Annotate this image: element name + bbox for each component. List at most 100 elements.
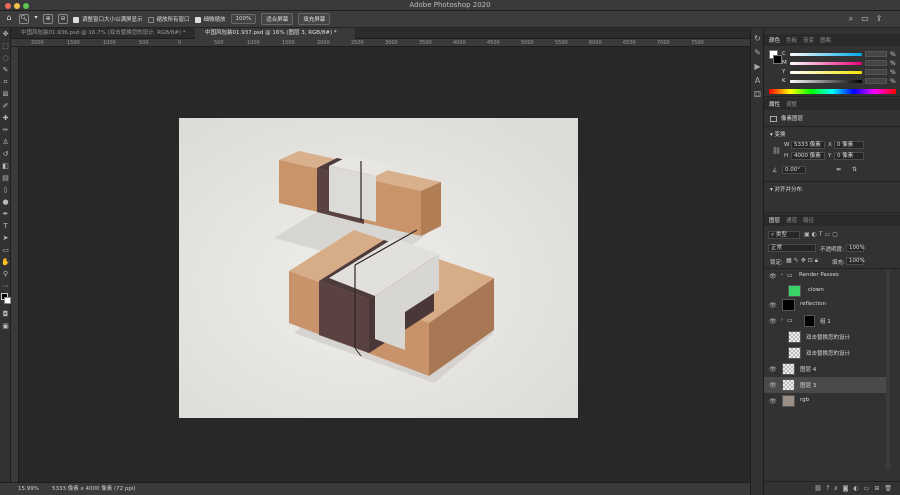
blur-tool-icon[interactable]: ◊ (0, 184, 11, 196)
yellow-slider[interactable]: Y% (782, 68, 897, 76)
tab-layers[interactable]: 图层 (769, 216, 780, 224)
eraser-tool-icon[interactable]: ◧ (0, 160, 11, 172)
height-field[interactable]: 4000 像素 (791, 152, 825, 160)
zoom-tool-icon[interactable]: ⚲ (0, 268, 11, 280)
background-color-swatch[interactable] (773, 55, 782, 64)
zoom-all-checkbox[interactable]: 缩放所有窗口 (147, 15, 190, 23)
stamp-tool-icon[interactable]: ♙ (0, 136, 11, 148)
layer-row[interactable]: 👁︎ 图层 4 (764, 361, 886, 377)
type-tool-icon[interactable]: T (0, 220, 11, 232)
new-layer-icon[interactable]: ⊞ (874, 485, 884, 492)
search-icon[interactable]: ⌕ (846, 14, 856, 24)
black-slider[interactable]: K% (782, 77, 897, 85)
layer-row[interactable]: 双击替换您的设计 (764, 329, 886, 345)
zoom-out-icon[interactable]: ⊖ (58, 14, 68, 24)
new-group-icon[interactable]: ▭ (864, 485, 875, 492)
transform-section[interactable]: ▾ 变换 (770, 130, 786, 138)
eye-icon[interactable]: 👁︎ (769, 302, 777, 309)
chevron-down-icon[interactable]: ▾ (34, 14, 38, 24)
shape-tool-icon[interactable]: ▭ (0, 244, 11, 256)
tab-color[interactable]: 颜色 (769, 36, 780, 44)
tab-adjustments[interactable]: 调整 (786, 100, 797, 108)
path-select-tool-icon[interactable]: ➤ (0, 232, 11, 244)
zoom-level[interactable]: 15.99% (18, 483, 39, 495)
layer-row[interactable]: 👁︎ 图层 3 (764, 377, 886, 393)
history-brush-icon[interactable]: ↺ (0, 148, 11, 160)
workspace-icon[interactable]: ▭ (860, 14, 870, 24)
hand-tool-icon[interactable]: ✋ (0, 256, 11, 268)
crop-tool-icon[interactable]: ⌗ (0, 76, 11, 88)
flip-horizontal-icon[interactable]: ⇹ (836, 166, 841, 173)
zoom-tool-icon[interactable]: 🔍︎ (19, 14, 29, 24)
tab-properties[interactable]: 属性 (769, 100, 780, 108)
scrubby-zoom-checkbox[interactable]: 细微缩放 (194, 15, 226, 23)
tab-channels[interactable]: 通道 (786, 216, 797, 224)
y-field[interactable]: 0 像素 (834, 152, 864, 160)
layer-filter-select[interactable]: ⌕ 类型 (768, 231, 800, 239)
delete-layer-icon[interactable]: 🗑︎ (884, 485, 897, 492)
document-info[interactable]: 5333 像素 x 4000 像素 (72 ppi) (52, 483, 136, 495)
link-icon[interactable]: ⛓ (772, 147, 781, 155)
fx-icon[interactable]: fx (827, 485, 843, 492)
tab-paths[interactable]: 路径 (803, 216, 814, 224)
align-section[interactable]: ▾ 对齐并分布 (770, 185, 802, 193)
flip-vertical-icon[interactable]: ⇅ (852, 166, 857, 173)
layer-row[interactable]: 👁︎ › ▭ Render Passes (764, 268, 886, 284)
magenta-slider[interactable]: M% (782, 59, 897, 67)
zoom-in-icon[interactable]: ⊕ (43, 14, 53, 24)
healing-tool-icon[interactable]: ✚ (0, 112, 11, 124)
frame-tool-icon[interactable]: ⊠ (0, 88, 11, 100)
eye-icon[interactable]: 👁︎ (769, 318, 777, 325)
eye-icon[interactable]: 👁︎ (769, 398, 777, 405)
chevron-down-icon[interactable]: › (781, 317, 783, 323)
fit-screen-button[interactable]: 适合屏幕 (261, 13, 294, 25)
x-field[interactable]: 0 像素 (834, 141, 864, 149)
tab-document-2[interactable]: 中国风包装01.937.psd @ 16% (图层 3, RGB/8#) * (195, 28, 355, 39)
eye-icon[interactable]: 👁︎ (769, 273, 777, 280)
share-icon[interactable]: ⇪ (874, 14, 884, 24)
quick-select-tool-icon[interactable]: ✎ (0, 64, 11, 76)
screen-mode-icon[interactable]: ▣ (0, 320, 11, 332)
color-swatches[interactable] (0, 292, 11, 308)
eyedropper-tool-icon[interactable]: ✐ (0, 100, 11, 112)
layer-row[interactable]: 👁︎ › ▭ 组 1 (764, 313, 886, 329)
opacity-field[interactable]: 100% (846, 244, 865, 252)
lasso-tool-icon[interactable]: ◌ (0, 52, 11, 64)
quick-mask-icon[interactable]: ◘ (0, 308, 11, 320)
eye-icon[interactable]: 👁︎ (769, 366, 777, 373)
width-field[interactable]: 5333 像素 (791, 141, 825, 149)
marquee-tool-icon[interactable]: ⬚ (0, 40, 11, 52)
brush-tool-icon[interactable]: ✏ (0, 124, 11, 136)
document-canvas[interactable] (179, 118, 578, 418)
eye-icon[interactable]: 👁︎ (769, 382, 777, 389)
angle-field[interactable]: 0.00° (782, 166, 806, 174)
gradient-tool-icon[interactable]: ▤ (0, 172, 11, 184)
layer-row[interactable]: 👁︎ reflection (764, 297, 886, 313)
move-tool-icon[interactable]: ✥ (0, 28, 11, 40)
link-layers-icon[interactable]: ⛓ (814, 485, 827, 492)
more-tools-icon[interactable]: ⋯ (0, 280, 11, 292)
layer-row[interactable]: 双击替换您的设计 (764, 345, 886, 361)
tab-patterns[interactable]: 图案 (820, 36, 831, 44)
tab-document-1[interactable]: 中国风包装01.936.psd @ 16.7% (双击替换您的设计, RGB/8… (11, 28, 194, 39)
layer-filter-icons[interactable]: ▣◐T▭▢ (804, 231, 840, 238)
pen-tool-icon[interactable]: ✒ (0, 208, 11, 220)
color-spectrum[interactable] (769, 89, 896, 94)
layer-row[interactable]: 👁︎ rgb (764, 393, 886, 409)
dodge-tool-icon[interactable]: ● (0, 196, 11, 208)
tab-swatches[interactable]: 色板 (786, 36, 797, 44)
lock-icons[interactable]: ▦✎✥⊡🔒︎ (786, 257, 820, 265)
resize-windows-checkbox[interactable]: 调整窗口大小以满屏显示 (73, 15, 143, 23)
adjustment-layer-icon[interactable]: ◐ (853, 485, 863, 492)
tab-gradients[interactable]: 渐变 (803, 36, 814, 44)
fill-screen-button[interactable]: 填充屏幕 (298, 13, 331, 25)
fill-field[interactable]: 100% (846, 257, 865, 265)
chevron-down-icon[interactable]: › (781, 272, 783, 278)
layer-thumbnail (782, 395, 795, 407)
blend-mode-select[interactable]: 正常 (768, 244, 816, 252)
cyan-slider[interactable]: C% (782, 50, 897, 58)
home-icon[interactable]: ⌂ (4, 14, 14, 24)
layers-scrollbar[interactable] (886, 270, 890, 470)
zoom-100-button[interactable]: 100% (230, 14, 257, 24)
add-mask-icon[interactable]: ◙ (843, 485, 854, 492)
